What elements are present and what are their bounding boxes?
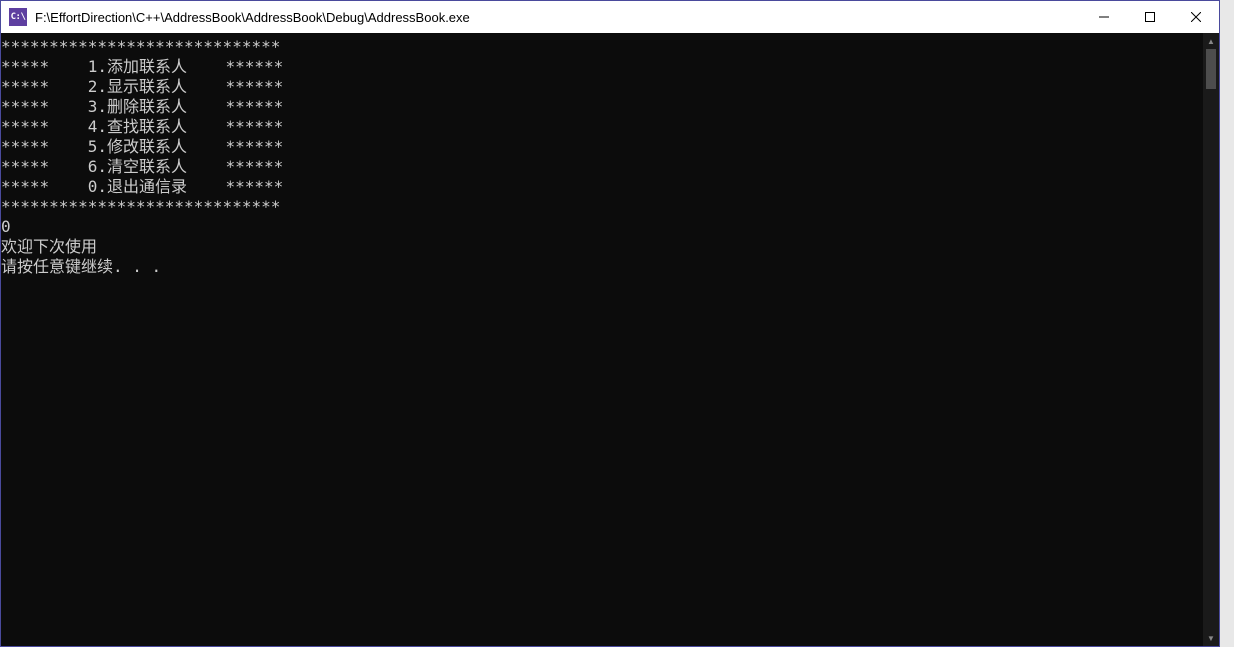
window-title: F:\EffortDirection\C++\AddressBook\Addre… [35, 10, 1081, 25]
scroll-down-button[interactable]: ▼ [1203, 630, 1219, 646]
minimize-icon [1099, 12, 1109, 22]
window-controls [1081, 1, 1219, 33]
scroll-up-button[interactable]: ▲ [1203, 33, 1219, 49]
vertical-scrollbar[interactable]: ▲ ▼ [1203, 33, 1219, 646]
console-window: C:\ F:\EffortDirection\C++\AddressBook\A… [0, 0, 1220, 647]
close-button[interactable] [1173, 1, 1219, 33]
console-area[interactable]: ***************************** ***** 1.添加… [1, 33, 1219, 646]
titlebar[interactable]: C:\ F:\EffortDirection\C++\AddressBook\A… [1, 1, 1219, 33]
close-icon [1191, 12, 1201, 22]
minimize-button[interactable] [1081, 1, 1127, 33]
maximize-button[interactable] [1127, 1, 1173, 33]
desktop-background-strip [1220, 0, 1234, 647]
scroll-thumb[interactable] [1206, 49, 1216, 89]
app-icon: C:\ [9, 8, 27, 26]
maximize-icon [1145, 12, 1155, 22]
console-output: ***************************** ***** 1.添加… [1, 33, 1203, 646]
